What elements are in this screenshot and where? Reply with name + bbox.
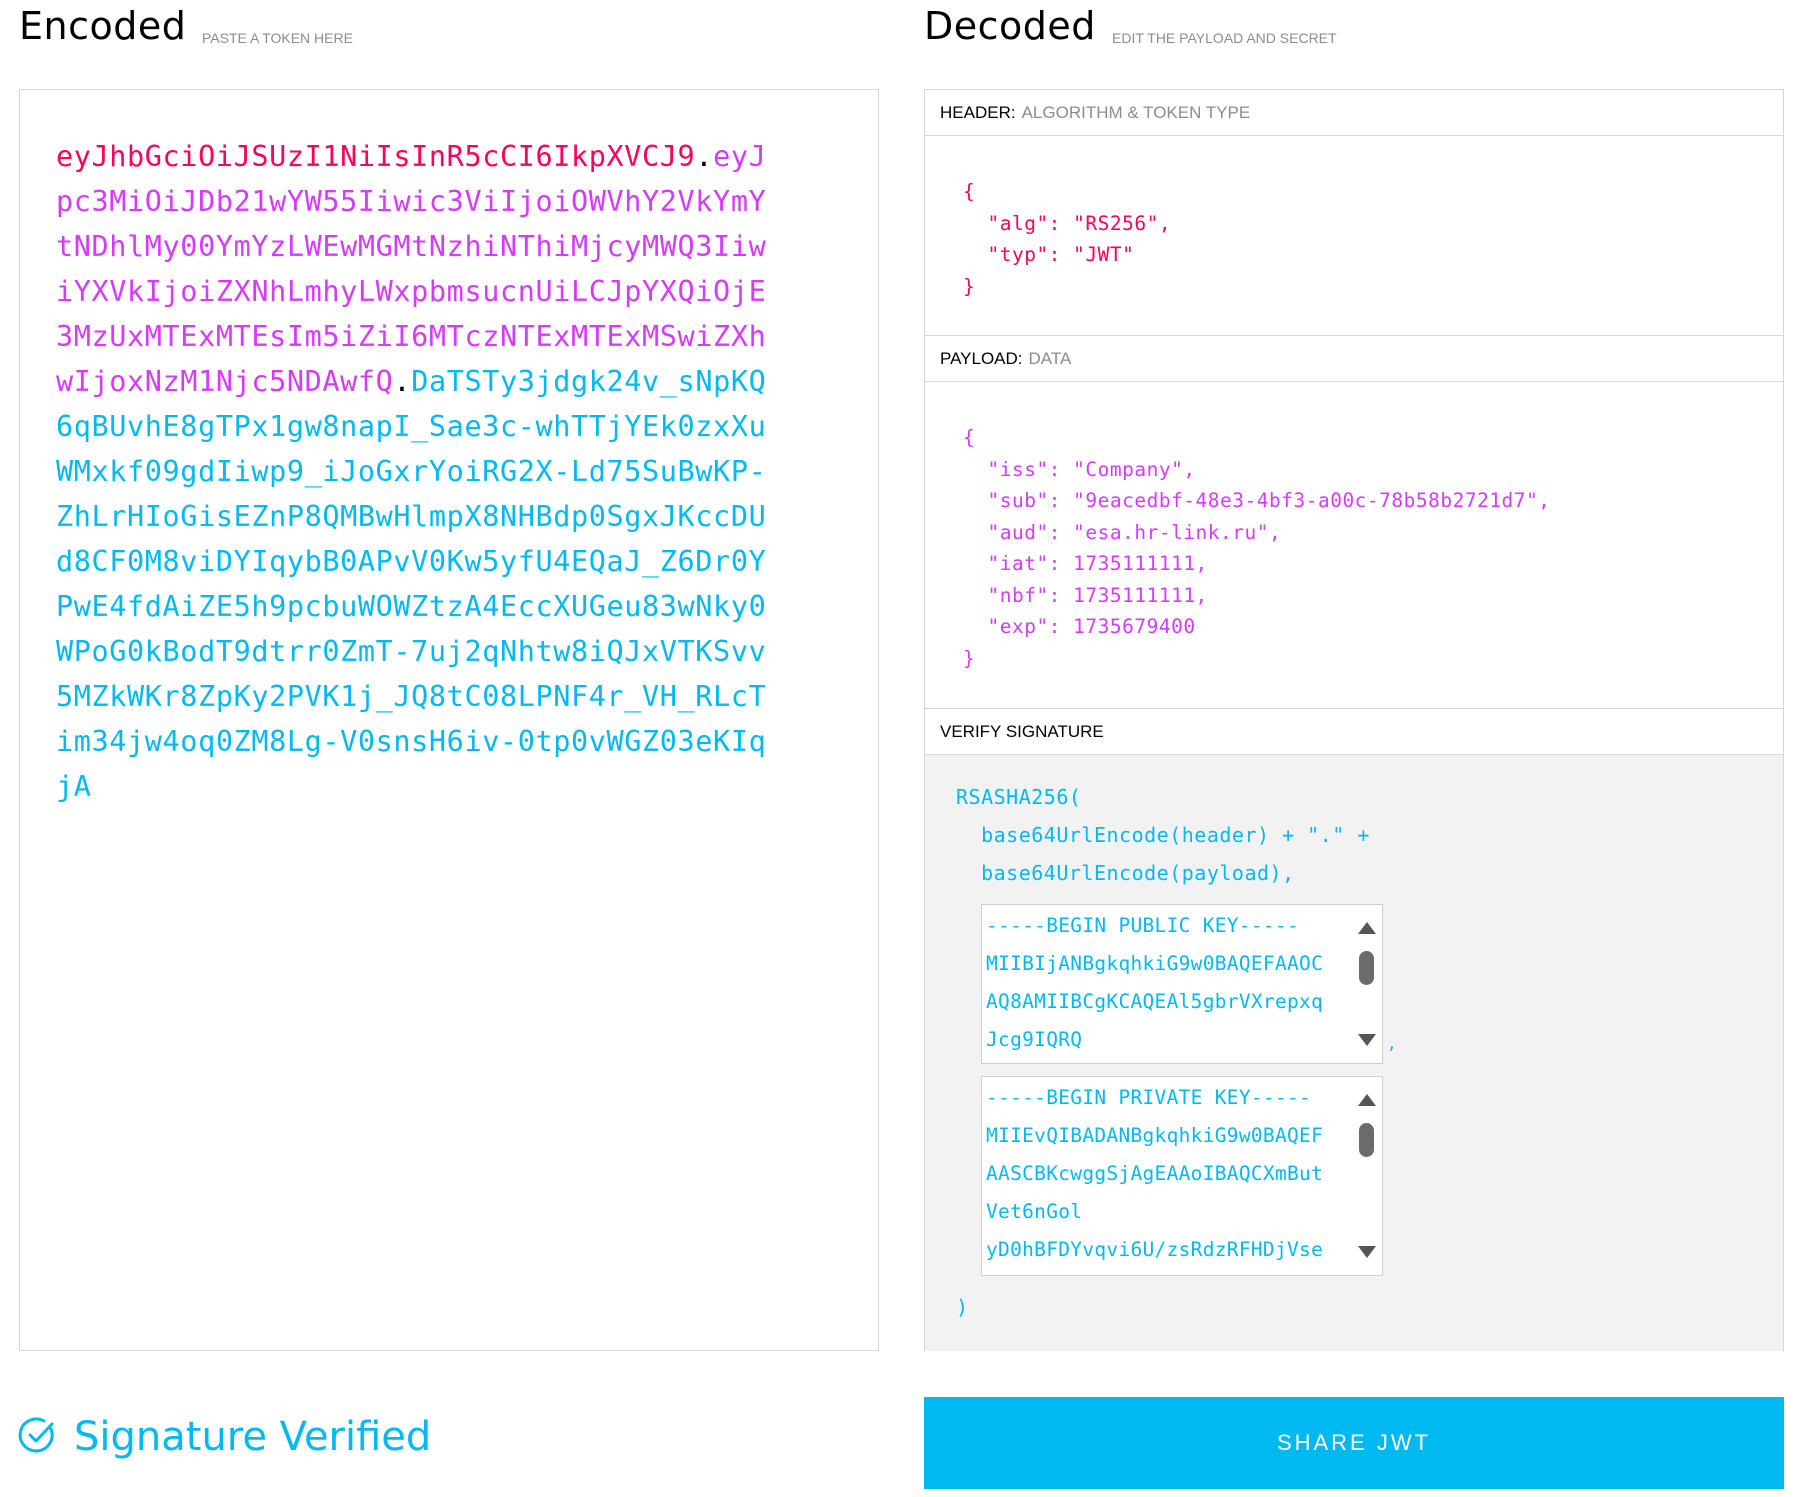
scroll-up-arrow-icon[interactable]	[1358, 922, 1376, 934]
payload-json[interactable]: { "iss": "Company", "sub": "9eacedbf-48e…	[963, 422, 1551, 674]
signature-status-text: Signature Verified	[74, 1414, 432, 1460]
scrollbar-thumb[interactable]	[1359, 951, 1374, 985]
private-key-line: yD0hBFDYvqvi6U/zsRdzRFHDjVse	[986, 1238, 1324, 1261]
header-label: HEADER:	[940, 102, 1016, 122]
payload-json-editor[interactable]: { "iss": "Company", "sub": "9eacedbf-48e…	[925, 382, 1783, 709]
rsasha256-close: )	[956, 1295, 969, 1319]
header-section-title: HEADER: ALGORITHM & TOKEN TYPE	[925, 90, 1783, 136]
verify-signature-body: RSASHA256( base64UrlEncode(header) + "."…	[925, 755, 1783, 1351]
header-json-editor[interactable]: { "alg": "RS256", "typ": "JWT" }	[925, 136, 1783, 336]
public-key-input[interactable]: -----BEGIN PUBLIC KEY----- MIIBIjANBgkqh…	[981, 904, 1383, 1064]
token-header-part: eyJhbGciOiJSUzI1NiIsInR5cCI6IkpXVCJ9	[56, 140, 696, 173]
public-key-line: MIIBIjANBgkqhkiG9w0BAQEFAAOC	[986, 952, 1324, 975]
encoded-token-editor[interactable]: eyJhbGciOiJSUzI1NiIsInR5cCI6IkpXVCJ9.eyJ…	[19, 89, 879, 1351]
payload-section-title: PAYLOAD: DATA	[925, 336, 1783, 382]
public-key-line: -----BEGIN PUBLIC KEY-----	[986, 914, 1300, 937]
header-encode-line: base64UrlEncode(header) + "." +	[956, 823, 1370, 847]
signature-status: Signature Verified	[18, 1414, 431, 1460]
decoded-panel: HEADER: ALGORITHM & TOKEN TYPE { "alg": …	[924, 89, 1784, 1351]
decoded-subtitle: EDIT THE PAYLOAD AND SECRET	[1112, 30, 1337, 46]
token-dot: .	[695, 140, 714, 173]
private-key-line: AASCBKcwggSjAgEAAoIBAQCXmBut	[986, 1162, 1324, 1185]
encoded-title: Encoded	[19, 4, 187, 48]
token-signature-part: DaTSTy3jdgk24v_sNpKQ6qBUvhE8gTPx1gw8napI…	[56, 365, 767, 803]
verify-label: VERIFY SIGNATURE	[940, 721, 1104, 741]
token-dot: .	[393, 365, 412, 398]
check-circle-icon	[18, 1415, 58, 1460]
verify-section-title: VERIFY SIGNATURE	[925, 709, 1783, 755]
scroll-down-arrow-icon[interactable]	[1358, 1034, 1376, 1046]
private-key-line: -----BEGIN PRIVATE KEY-----	[986, 1086, 1312, 1109]
scrollbar-thumb[interactable]	[1359, 1123, 1374, 1157]
private-key-line: MIIEvQIBADANBgkqhkiG9w0BAQEF	[986, 1124, 1324, 1147]
share-jwt-button[interactable]: SHARE JWT	[924, 1397, 1784, 1489]
header-description: ALGORITHM & TOKEN TYPE	[1021, 102, 1251, 122]
payload-label: PAYLOAD:	[940, 348, 1023, 368]
private-key-line: Vet6nGol	[986, 1200, 1083, 1223]
payload-encode-line: base64UrlEncode(payload),	[956, 861, 1295, 885]
rsasha256-open: RSASHA256(	[956, 785, 1082, 809]
encoded-token-text[interactable]: eyJhbGciOiJSUzI1NiIsInR5cCI6IkpXVCJ9.eyJ…	[56, 134, 772, 809]
payload-description: DATA	[1028, 348, 1072, 368]
decoded-title: Decoded	[924, 4, 1096, 48]
key-separator-comma: ,	[1387, 1034, 1398, 1053]
scroll-down-arrow-icon[interactable]	[1358, 1246, 1376, 1258]
public-key-line: AQ8AMIIBCgKCAQEAl5gbrVXrepxq	[986, 990, 1324, 1013]
public-key-line: Jcg9IQRQ	[986, 1028, 1083, 1051]
encoded-subtitle: PASTE A TOKEN HERE	[202, 30, 353, 46]
token-payload-part: eyJpc3MiOiJDb21wYW55Iiwic3ViIjoiOWVhY2Vk…	[56, 140, 767, 398]
private-key-input[interactable]: -----BEGIN PRIVATE KEY----- MIIEvQIBADAN…	[981, 1076, 1383, 1276]
header-json[interactable]: { "alg": "RS256", "typ": "JWT" }	[963, 176, 1171, 302]
scroll-up-arrow-icon[interactable]	[1358, 1094, 1376, 1106]
